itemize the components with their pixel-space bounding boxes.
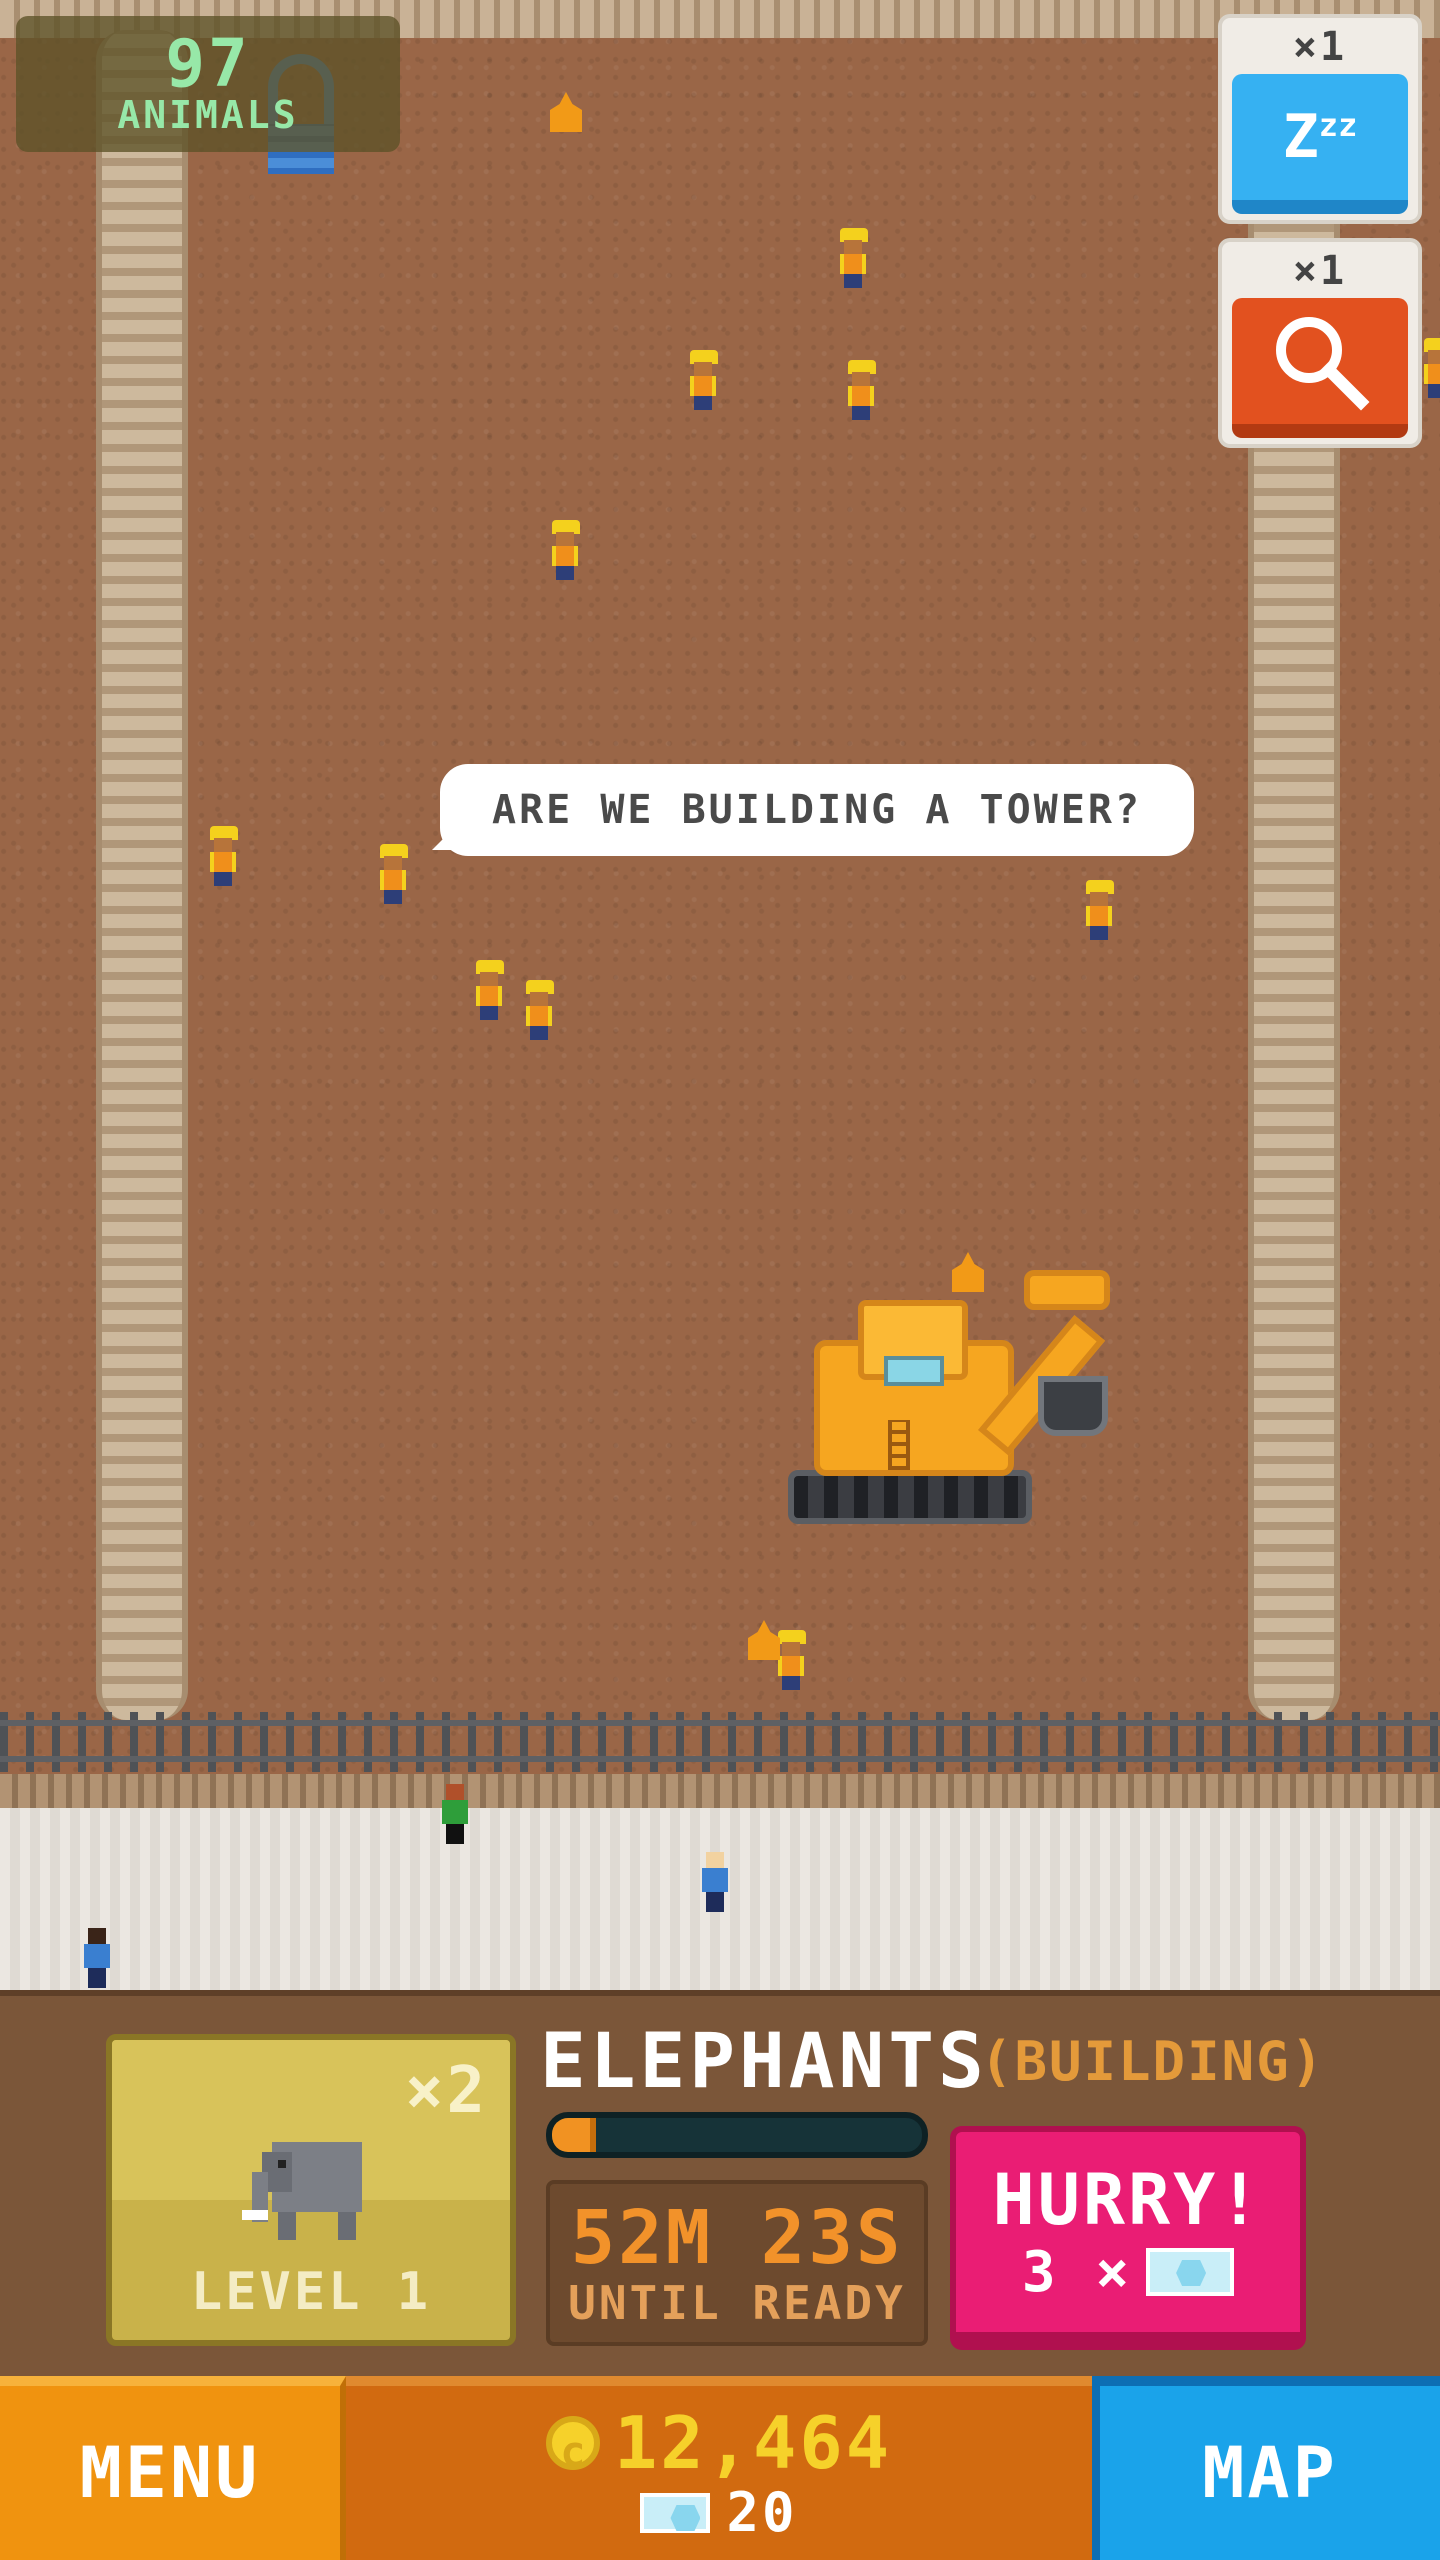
search-powerup-button[interactable]: ×1 (1218, 238, 1422, 448)
magnifier-icon (1232, 298, 1408, 438)
excavator-track (788, 1470, 1032, 1524)
gems-row: 20 (640, 2483, 797, 2543)
torch-flame-icon (748, 1620, 780, 1660)
fence-base (0, 1774, 1440, 1808)
hurry-cost-value: 3 × (1021, 2239, 1133, 2305)
powerup-count: ×1 (1292, 24, 1348, 70)
animal-card[interactable]: ×2 LEVEL 1 (106, 2034, 516, 2346)
animals-label: ANIMALS (117, 93, 299, 137)
hurry-button[interactable]: HURRY! 3 × (950, 2126, 1306, 2350)
animal-multiplier: ×2 (404, 2054, 488, 2128)
map-button[interactable]: MAP (1092, 2376, 1440, 2560)
coin-icon (545, 2412, 600, 2492)
hurry-label: HURRY! (992, 2158, 1264, 2241)
left-wall (96, 30, 188, 1720)
timer-value: 52m 23s (570, 2195, 904, 2281)
construction-worker[interactable] (836, 228, 870, 290)
build-timer: 52m 23s UNTIL READY (546, 2180, 928, 2346)
animal-status: (BUILDING) (980, 2030, 1326, 2093)
sleep-powerup-button[interactable]: ×1 Zzz (1218, 14, 1422, 224)
animals-count: 97 (165, 25, 251, 102)
menu-button[interactable]: MENU (0, 2376, 346, 2560)
visitor[interactable] (698, 1852, 732, 1914)
build-progress-bar (546, 2112, 928, 2158)
elephant-icon (242, 2112, 382, 2252)
construction-worker[interactable] (844, 360, 878, 422)
construction-worker[interactable] (472, 960, 506, 1022)
speech-bubble: ARE WE BUILDING A TOWER? (440, 764, 1194, 856)
construction-worker[interactable] (686, 350, 720, 412)
currency-display: 12,464 20 (346, 2376, 1092, 2560)
construction-worker[interactable] (1420, 338, 1440, 400)
railing-fence (0, 1712, 1440, 1782)
torch-flame-icon (550, 92, 582, 132)
construction-worker[interactable] (522, 980, 556, 1042)
construction-worker[interactable] (548, 520, 582, 582)
construction-worker[interactable] (206, 826, 240, 888)
gem-icon (640, 2493, 711, 2533)
build-progress-fill (552, 2118, 597, 2152)
hurry-cost: 3 × (1021, 2239, 1235, 2305)
excavator-ladder (888, 1420, 910, 1470)
excavator-boom (1024, 1270, 1110, 1310)
visitor[interactable] (80, 1928, 114, 1990)
gems-value: 20 (726, 2481, 798, 2544)
animal-name: ELEPHANTS (540, 2016, 988, 2105)
powerup-count: ×1 (1292, 248, 1348, 294)
gem-icon (1146, 2248, 1235, 2296)
excavator[interactable] (788, 1270, 1128, 1530)
construction-worker[interactable] (1082, 880, 1116, 942)
bottom-bar: MENU 12,464 20 MAP (0, 2376, 1440, 2560)
timer-label: UNTIL READY (568, 2276, 906, 2330)
coins-row: 12,464 (545, 2401, 893, 2492)
construction-worker[interactable] (376, 844, 410, 906)
sleep-zzz-icon: Zzz (1232, 74, 1408, 214)
animals-counter: 97 ANIMALS (16, 16, 400, 152)
animal-level: LEVEL 1 (190, 2262, 432, 2322)
visitor[interactable] (438, 1784, 472, 1846)
excavator-bucket (1038, 1376, 1108, 1436)
coins-value: 12,464 (613, 2401, 893, 2485)
excavator-window (884, 1356, 944, 1386)
